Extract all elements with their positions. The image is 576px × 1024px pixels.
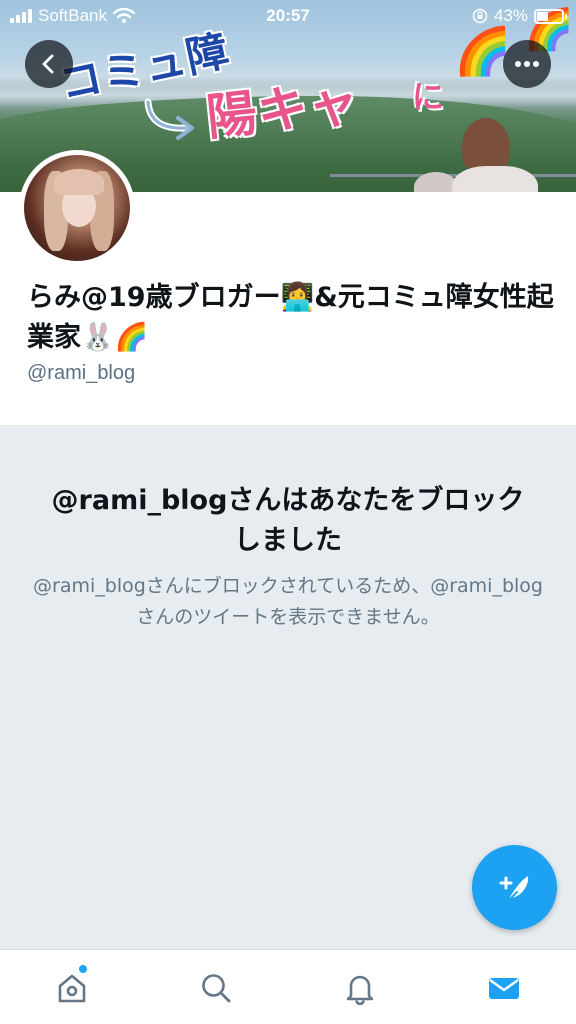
blocked-title: @rami_blogさんはあなたをブロックしました xyxy=(51,485,525,556)
more-button[interactable] xyxy=(503,40,551,88)
tab-notifications[interactable] xyxy=(336,964,384,1012)
more-icon xyxy=(515,61,539,67)
compose-tweet-icon xyxy=(499,875,528,903)
home-icon xyxy=(58,974,86,1003)
profile-handle: @rami_blog xyxy=(27,362,136,384)
battery-percent: 43% xyxy=(493,6,528,25)
search-icon xyxy=(202,974,231,1003)
status-bar: SoftBank 20:57 43% xyxy=(0,0,576,34)
battery-icon xyxy=(534,8,567,24)
blocked-description: @rami_blogさんにブロックされているため、@rami_blogさんのツイ… xyxy=(33,575,543,628)
orientation-lock-icon xyxy=(472,8,488,24)
bottom-tab-bar xyxy=(0,949,576,1024)
envelope-icon xyxy=(489,978,519,999)
banner-arrow-icon xyxy=(144,98,194,140)
tab-search[interactable] xyxy=(192,964,240,1012)
compose-tweet-button[interactable] xyxy=(472,845,557,930)
tab-messages[interactable] xyxy=(480,964,528,1012)
tab-home[interactable] xyxy=(48,964,96,1012)
profile-display-name: らみ@19歳ブロガー👩‍💻&元コミュ障女性起業家🐰🌈 xyxy=(27,282,554,353)
home-notification-dot xyxy=(79,965,87,973)
bell-icon xyxy=(346,975,374,1005)
back-button[interactable] xyxy=(25,40,73,88)
banner-person xyxy=(452,118,538,192)
back-arrow-icon xyxy=(42,54,54,74)
profile-avatar[interactable] xyxy=(19,150,135,266)
banner-text-3: に xyxy=(412,78,446,116)
